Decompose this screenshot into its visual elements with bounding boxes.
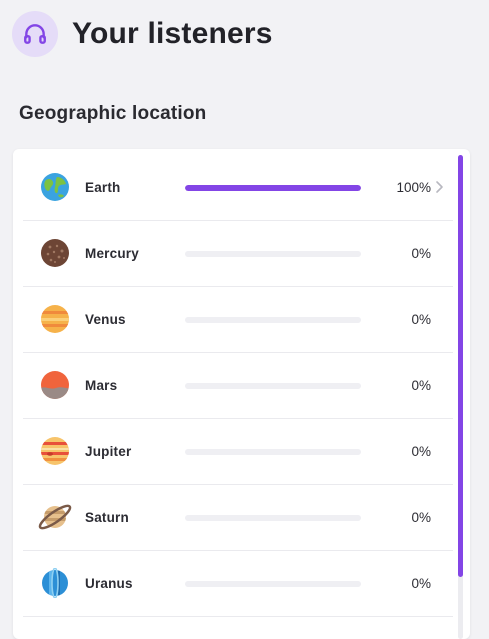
location-row-uranus[interactable]: Uranus 0%	[23, 551, 453, 617]
section-title: Geographic location	[19, 103, 207, 124]
location-row-earth[interactable]: Earth 100%	[23, 155, 453, 221]
location-percent: 0%	[411, 246, 431, 261]
location-percent: 100%	[396, 180, 431, 195]
progress-track	[185, 581, 361, 587]
saturn-icon	[38, 502, 72, 532]
location-percent: 0%	[411, 444, 431, 459]
mars-icon	[40, 370, 70, 400]
page-title: Your listeners	[72, 17, 273, 50]
progress-track	[185, 383, 361, 389]
progress-track	[185, 515, 361, 521]
location-name: Saturn	[85, 510, 129, 525]
location-card: Earth 100% Mercury 0% Venus 0% Mars 0% J…	[13, 149, 470, 639]
location-percent: 0%	[411, 510, 431, 525]
location-row-mars[interactable]: Mars 0%	[23, 353, 453, 419]
location-list: Earth 100% Mercury 0% Venus 0% Mars 0% J…	[23, 155, 453, 617]
scrollbar[interactable]	[458, 155, 463, 639]
location-percent: 0%	[411, 576, 431, 591]
venus-icon	[40, 304, 70, 334]
progress-fill	[185, 185, 361, 191]
jupiter-icon	[40, 436, 70, 466]
location-name: Mars	[85, 378, 118, 393]
progress-track	[185, 185, 361, 191]
chevron-right-icon[interactable]	[434, 179, 444, 195]
location-row-mercury[interactable]: Mercury 0%	[23, 221, 453, 287]
uranus-icon	[40, 568, 70, 598]
location-row-venus[interactable]: Venus 0%	[23, 287, 453, 353]
mercury-icon	[40, 238, 70, 268]
location-name: Jupiter	[85, 444, 132, 459]
location-name: Venus	[85, 312, 126, 327]
progress-track	[185, 251, 361, 257]
location-name: Uranus	[85, 576, 133, 591]
location-name: Earth	[85, 180, 121, 195]
location-name: Mercury	[85, 246, 139, 261]
location-row-jupiter[interactable]: Jupiter 0%	[23, 419, 453, 485]
progress-track	[185, 317, 361, 323]
progress-track	[185, 449, 361, 455]
page-header: Your listeners	[12, 10, 273, 58]
earth-icon	[40, 172, 70, 202]
location-row-saturn[interactable]: Saturn 0%	[23, 485, 453, 551]
location-percent: 0%	[411, 312, 431, 327]
scrollbar-thumb[interactable]	[458, 155, 463, 577]
headphones-icon	[12, 11, 58, 57]
location-percent: 0%	[411, 378, 431, 393]
